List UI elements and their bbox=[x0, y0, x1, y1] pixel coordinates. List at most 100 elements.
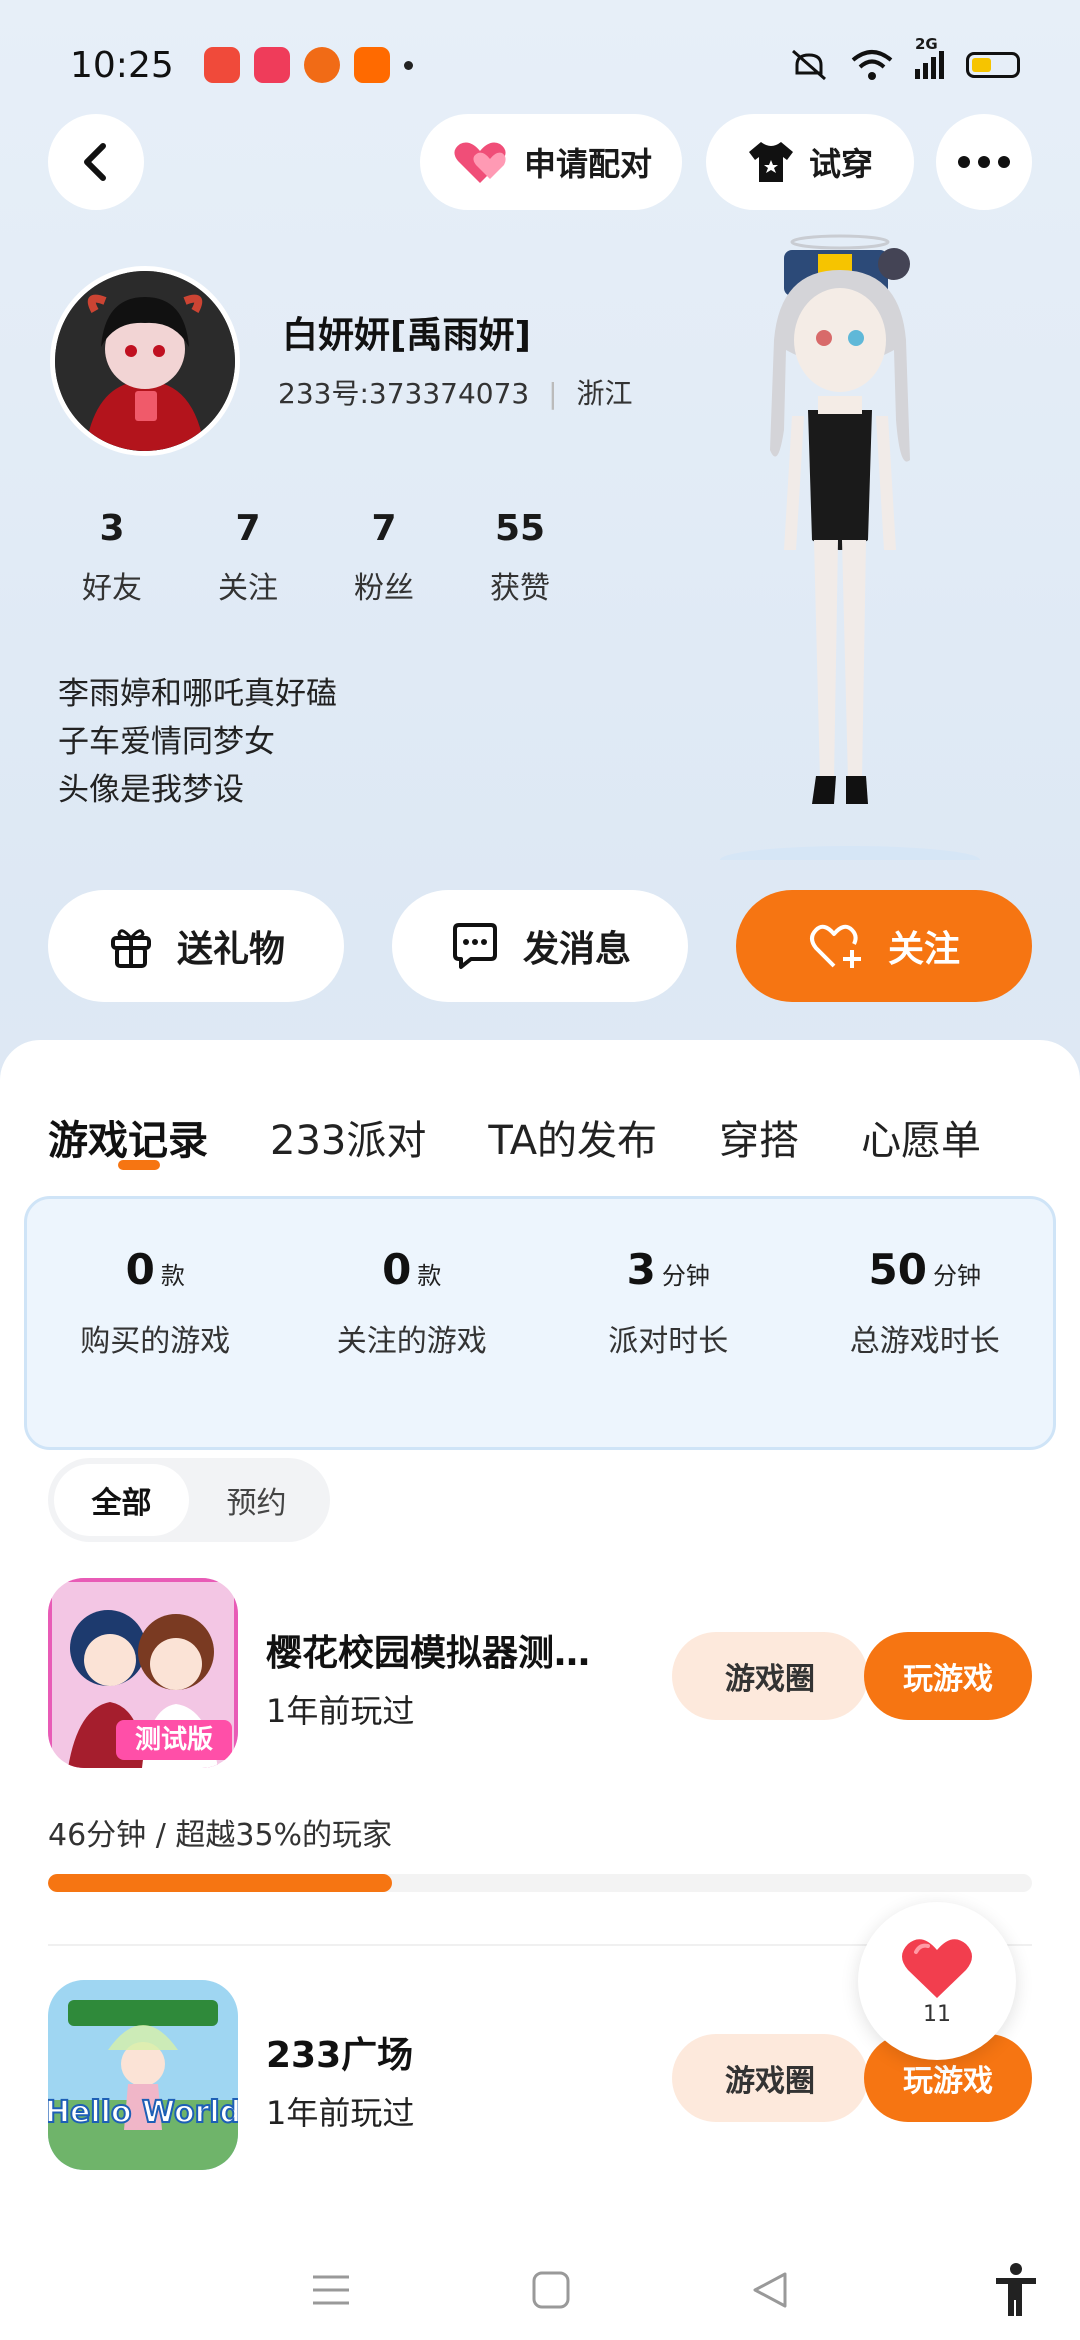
bio-line: 李雨婷和哪吒真好磕 bbox=[58, 676, 337, 712]
id-line: 233号:373374073 | 浙江 bbox=[278, 372, 632, 412]
stat-following[interactable]: 7 关注 bbox=[180, 508, 316, 607]
play-game-button[interactable]: 玩游戏 bbox=[864, 1632, 1032, 1720]
tab-233-party[interactable]: 233派对 bbox=[270, 1108, 426, 1166]
game-summary-card: 0款 购买的游戏 0款 关注的游戏 3 分钟 派对时长 50 分钟 总游戏时长 bbox=[24, 1196, 1056, 1450]
pair-button[interactable]: 申请配对 bbox=[420, 114, 682, 210]
game-row[interactable]: 测试版 樱花校园模拟器测… 1年前玩过 游戏圈 玩游戏 46分钟 / 超越35%… bbox=[48, 1578, 1032, 1918]
stat-label: 关注 bbox=[218, 571, 278, 606]
stat-label: 粉丝 bbox=[354, 571, 414, 606]
profile-stats: 3 好友 7 关注 7 粉丝 55 获赞 bbox=[44, 508, 588, 607]
gift-icon bbox=[110, 929, 151, 968]
tab-game-record[interactable]: 游戏记录 bbox=[48, 1108, 208, 1166]
back-triangle-icon[interactable] bbox=[751, 2270, 789, 2310]
more-button[interactable] bbox=[936, 114, 1032, 210]
tab-outfits[interactable]: 穿搭 bbox=[719, 1108, 799, 1166]
game-icon: 测试版 bbox=[48, 1578, 238, 1768]
status-right: 2G bbox=[789, 35, 1020, 83]
weibo-app-icon bbox=[303, 47, 340, 83]
avatar[interactable] bbox=[50, 266, 240, 456]
game-title: 233广场 bbox=[266, 2035, 414, 2076]
notification-icons bbox=[203, 47, 413, 83]
send-message-label: 发消息 bbox=[522, 929, 631, 970]
game-icon: Hello World bbox=[48, 1980, 238, 2170]
accessibility-icon[interactable] bbox=[992, 2262, 1040, 2318]
game-badge: Hello World bbox=[48, 2095, 238, 2130]
tab-bar: 游戏记录 233派对 TA的发布 穿搭 心愿单 bbox=[48, 1108, 981, 1166]
summary-label: 关注的游戏 bbox=[336, 1324, 487, 1359]
game-circle-button[interactable]: 游戏圈 bbox=[672, 1632, 868, 1720]
stat-friends[interactable]: 3 好友 bbox=[44, 508, 180, 607]
tab-posts[interactable]: TA的发布 bbox=[488, 1108, 657, 1166]
system-nav-bar bbox=[0, 2240, 1080, 2340]
stat-label: 好友 bbox=[82, 571, 142, 606]
home-icon[interactable] bbox=[532, 2271, 570, 2309]
game-progress-text: 46分钟 / 超越35%的玩家 bbox=[48, 1818, 393, 1853]
kuaishou-app-icon bbox=[353, 47, 390, 83]
music-app-icon bbox=[253, 47, 290, 83]
summary-value: 50 bbox=[868, 1245, 927, 1294]
summary-label: 总游戏时长 bbox=[849, 1324, 1000, 1359]
summary-value: 3 bbox=[626, 1245, 656, 1294]
game-circle-button[interactable]: 游戏圈 bbox=[672, 2034, 868, 2122]
content-sheet: 游戏记录 233派对 TA的发布 穿搭 心愿单 0款 购买的游戏 0款 关注的游… bbox=[0, 1040, 1080, 2340]
chevron-left-icon bbox=[84, 143, 106, 181]
mute-icon bbox=[792, 49, 826, 81]
stat-value: 7 bbox=[235, 508, 261, 549]
game-progress-fill bbox=[48, 1874, 393, 1892]
shirt-icon bbox=[748, 142, 793, 182]
active-tab-indicator bbox=[118, 1160, 160, 1170]
more-notifications-icon bbox=[403, 60, 413, 70]
profile-page: 10:25 2G 申请配对 试穿 白妍妍[禹雨妍] 233号:373374073… bbox=[0, 0, 1080, 2340]
game-cover-image: 测试版 bbox=[48, 1578, 238, 1768]
back-button[interactable] bbox=[48, 114, 144, 210]
game-badge: 测试版 bbox=[135, 1725, 213, 1755]
try-on-button[interactable]: 试穿 bbox=[706, 114, 914, 210]
video-app-icon bbox=[203, 47, 240, 83]
heart-plus-icon bbox=[809, 924, 861, 968]
stat-fans[interactable]: 7 粉丝 bbox=[316, 508, 452, 607]
hearts-icon bbox=[454, 142, 506, 183]
segment-reserved[interactable]: 预约 bbox=[189, 1464, 324, 1536]
summary-label: 购买的游戏 bbox=[80, 1324, 231, 1359]
network-type: 2G bbox=[915, 35, 938, 53]
segment-all[interactable]: 全部 bbox=[54, 1464, 189, 1536]
summary-label: 派对时长 bbox=[608, 1324, 729, 1359]
user-id: 233号:373374073 bbox=[278, 377, 530, 410]
bio-line: 子车爱情同梦女 bbox=[58, 724, 275, 760]
send-gift-button[interactable]: 送礼物 bbox=[48, 890, 344, 1002]
stat-likes[interactable]: 55 获赞 bbox=[452, 508, 588, 607]
summary-followed[interactable]: 0款 关注的游戏 bbox=[284, 1199, 541, 1447]
send-gift-label: 送礼物 bbox=[176, 929, 285, 970]
status-bar: 10:25 2G bbox=[70, 35, 1020, 90]
game-cover-image: Hello World bbox=[48, 1980, 238, 2170]
stat-value: 7 bbox=[371, 508, 397, 549]
chat-bubble-icon bbox=[452, 923, 497, 969]
heart-icon bbox=[902, 1938, 972, 1998]
game-progress-bar bbox=[48, 1874, 1032, 1892]
stat-value: 3 bbox=[99, 508, 125, 549]
bio-line: 头像是我梦设 bbox=[58, 772, 244, 808]
summary-total-time[interactable]: 50 分钟 总游戏时长 bbox=[797, 1199, 1054, 1447]
game-last-played: 1年前玩过 bbox=[266, 2094, 415, 2132]
more-dots-icon bbox=[958, 156, 1010, 168]
menu-icon[interactable] bbox=[311, 2273, 351, 2307]
summary-party-time[interactable]: 3 分钟 派对时长 bbox=[540, 1199, 797, 1447]
summary-value: 0 bbox=[382, 1245, 412, 1294]
avatar-illustration bbox=[55, 271, 235, 451]
summary-unit: 款 bbox=[160, 1262, 185, 1290]
signal-icon: 2G bbox=[915, 35, 944, 79]
summary-unit: 分钟 bbox=[932, 1262, 981, 1290]
summary-purchased[interactable]: 0款 购买的游戏 bbox=[27, 1199, 284, 1447]
pair-label: 申请配对 bbox=[523, 145, 652, 183]
game-last-played: 1年前玩过 bbox=[266, 1692, 415, 1730]
battery-icon bbox=[966, 52, 1020, 78]
follow-button[interactable]: 关注 bbox=[736, 890, 1032, 1002]
tab-wishlist[interactable]: 心愿单 bbox=[861, 1108, 981, 1166]
summary-unit: 分钟 bbox=[661, 1262, 710, 1290]
character-avatar-figure[interactable] bbox=[700, 220, 980, 860]
floating-like-button[interactable]: 11 bbox=[858, 1902, 1016, 2060]
like-count: 11 bbox=[923, 2001, 951, 2027]
separator: | bbox=[548, 377, 558, 410]
send-message-button[interactable]: 发消息 bbox=[392, 890, 688, 1002]
summary-unit: 款 bbox=[417, 1262, 442, 1290]
